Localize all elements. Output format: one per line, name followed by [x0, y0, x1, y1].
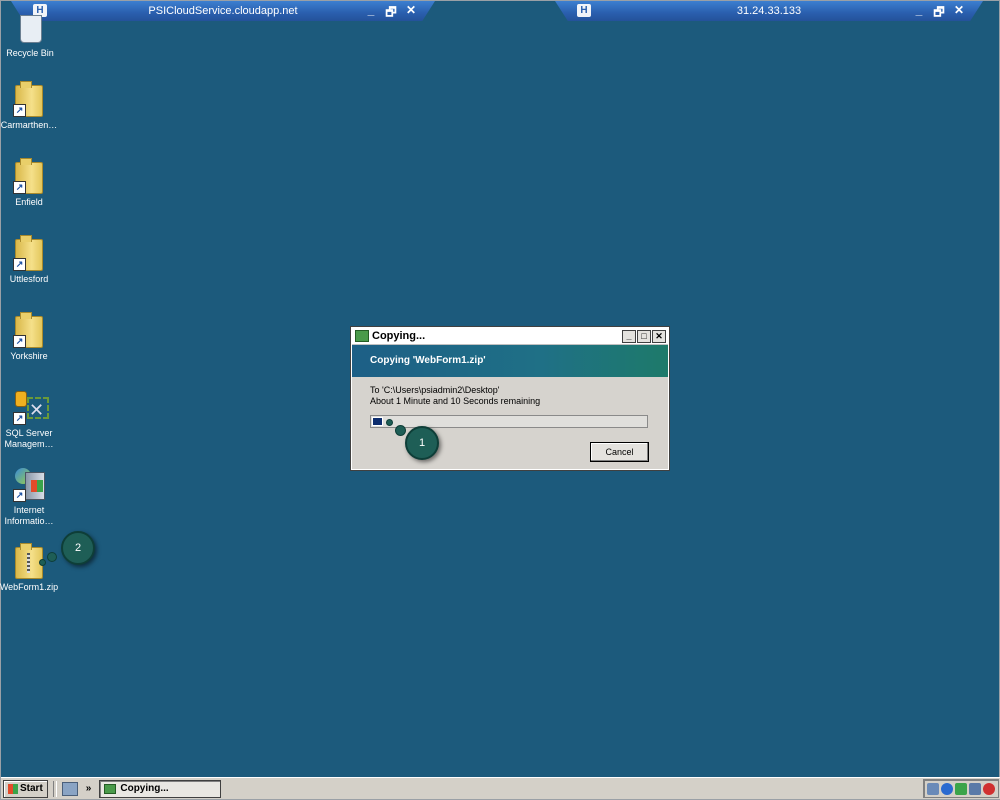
callout-tail-dot [395, 425, 406, 436]
security-alert-icon[interactable] [983, 782, 995, 795]
remote-session-bar-2: H 31.24.33.133 _ 🗗 ✕ [555, 1, 983, 21]
remote-session-bar-1: H PSICloudService.cloudapp.net _ 🗗 ✕ [11, 1, 435, 21]
desktop-icon-iis[interactable]: ↗ Internet Informatio… [0, 466, 59, 527]
dialog-maximize-button[interactable]: □ [637, 329, 651, 343]
copy-icon [355, 330, 369, 342]
desktop-icon-label: Enfield [15, 197, 43, 207]
desktop-icon-label: SQL Server Managem… [4, 428, 54, 449]
taskbar-button-copying[interactable]: Copying... [99, 779, 222, 798]
callout-1: 1 [405, 426, 439, 460]
desktop-icon-label: WebForm1.zip [0, 582, 59, 592]
dialog-titlebar[interactable]: Copying... _ □ ✕ [352, 328, 668, 345]
desktop-icon-recycle-bin[interactable]: Recycle Bin [0, 9, 60, 59]
restore-button[interactable]: 🗗 [385, 3, 397, 21]
desktop-icon-label: Recycle Bin [6, 48, 54, 58]
dialog-banner: Copying 'WebForm1.zip' [352, 345, 668, 377]
minimize-button[interactable]: _ [913, 3, 925, 21]
desktop-icon-uttlesford[interactable]: ↗ Uttlesford [0, 235, 59, 285]
network-icon[interactable] [927, 782, 939, 795]
taskbar-button-label: Copying... [120, 783, 169, 794]
shortcut-arrow-icon: ↗ [13, 104, 26, 117]
volume-icon[interactable] [969, 782, 981, 795]
refresh-icon[interactable] [955, 782, 967, 795]
desktop-icon-label: Yorkshire [10, 351, 48, 361]
dialog-minimize-button[interactable]: _ [622, 329, 636, 343]
time-remaining: About 1 Minute and 10 Seconds remaining [370, 396, 541, 406]
sql-server-icon: ✕ ↗ [13, 389, 49, 425]
progress-fill [372, 417, 384, 426]
taskbar-separator [52, 780, 57, 797]
copy-dialog: Copying... _ □ ✕ Copying 'WebForm1.zip' … [350, 326, 670, 471]
shortcut-arrow-icon: ↗ [13, 489, 26, 502]
desktop-icon-label: Internet Informatio… [4, 505, 54, 526]
system-tray [923, 779, 999, 798]
dialog-title: Copying... [372, 330, 426, 342]
desktop-icon-webform1-zip[interactable]: WebForm1.zip [0, 543, 59, 593]
dialog-close-button[interactable]: ✕ [652, 329, 666, 343]
shortcut-arrow-icon: ↗ [13, 412, 26, 425]
callout-tail-dot [386, 419, 393, 426]
windows-logo-icon [8, 783, 18, 794]
callout-tail-dot [39, 559, 46, 566]
taskbar: Start » Copying... [1, 777, 1000, 799]
desktop-icon-label: Uttlesford [9, 274, 49, 284]
minimize-button[interactable]: _ [365, 3, 377, 21]
close-button[interactable]: ✕ [405, 3, 417, 21]
start-label: Start [20, 783, 43, 794]
desktop-icon-yorkshire[interactable]: ↗ Yorkshire [0, 312, 59, 362]
desktop-icon-label: Carmarthen… [0, 120, 58, 130]
quicklaunch-overflow-button[interactable]: » [86, 783, 92, 794]
shortcut-arrow-icon: ↗ [13, 181, 26, 194]
server-manager-icon[interactable] [941, 782, 953, 795]
cancel-button[interactable]: Cancel [590, 442, 649, 462]
desktop-icon-carmarthen[interactable]: ↗ Carmarthen… [0, 81, 59, 131]
recycle-bin-icon [20, 15, 42, 43]
copy-progress-bar [370, 415, 648, 428]
copy-icon [104, 783, 117, 794]
shortcut-arrow-icon: ↗ [13, 335, 26, 348]
start-button[interactable]: Start [3, 779, 48, 798]
iis-manager-icon: ↗ [13, 466, 45, 502]
desktop-icon-enfield[interactable]: ↗ Enfield [0, 158, 59, 208]
desktop-icon-sql-server[interactable]: ✕ ↗ SQL Server Managem… [0, 389, 59, 450]
callout-2: 2 [61, 531, 95, 565]
restore-button[interactable]: 🗗 [933, 3, 945, 21]
server-manager-quicklaunch-icon[interactable] [61, 781, 78, 796]
callout-tail-dot [47, 552, 57, 562]
shortcut-arrow-icon: ↗ [13, 258, 26, 271]
copy-destination: To 'C:\Users\psiadmin2\Desktop' [370, 385, 500, 395]
close-button[interactable]: ✕ [953, 3, 965, 21]
